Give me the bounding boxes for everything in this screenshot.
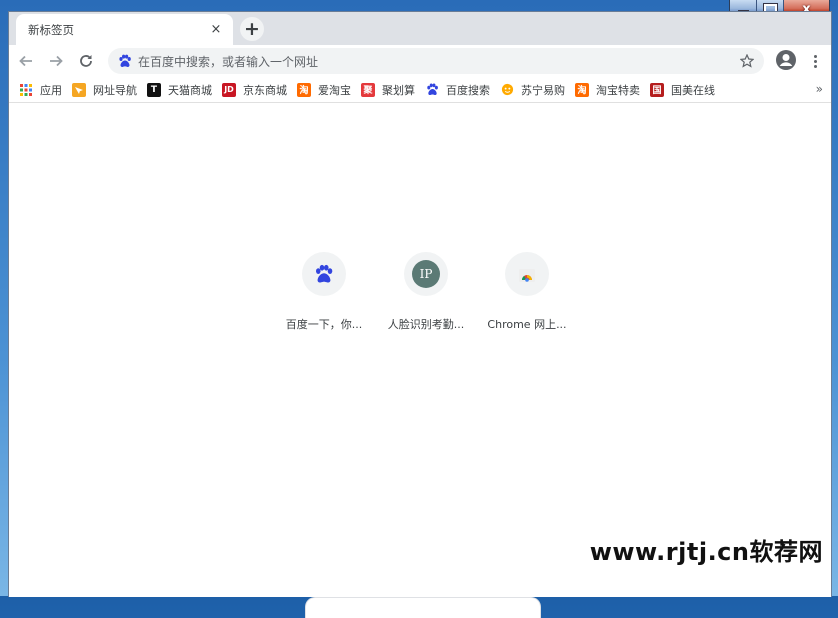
bookmark-wangzhidaohang[interactable]: 网址导航: [72, 82, 137, 98]
bookmark-star-button[interactable]: [736, 50, 758, 72]
watermark: www.rjtj.cn软荐网: [589, 538, 823, 566]
tile-icon-circle: IP: [404, 252, 448, 296]
menu-dot-icon: [813, 54, 817, 58]
bookmark-label: 苏宁易购: [521, 83, 565, 97]
tile-icon-circle: [505, 252, 549, 296]
taobao-sale-icon: 淘: [575, 82, 589, 97]
forward-arrow-icon: [50, 55, 63, 67]
back-button[interactable]: [13, 48, 39, 74]
bookmark-label: 天猫商城: [168, 83, 212, 97]
apps-grid-icon: [19, 83, 33, 97]
baidu-paw-icon: [316, 264, 333, 283]
reload-icon: [80, 55, 92, 67]
browser-window: 新标签页 × + 在百度中搜索，或者输入一个网址 应用 网址导航 T 天猫商城 …: [8, 11, 832, 618]
bookmark-label: 国美在线: [671, 83, 715, 97]
bookmarks-bar: 应用 网址导航 T 天猫商城 JD 京东商城 淘 爱淘宝 聚 聚划算 百度搜索 …: [9, 77, 831, 103]
tile-title: Chrome 网上...: [487, 318, 567, 331]
new-tab-button[interactable]: +: [240, 17, 264, 41]
juhuasuan-icon: 聚: [361, 82, 375, 97]
tab-strip: 新标签页 × +: [9, 12, 831, 45]
bookmark-juhuasuan[interactable]: 聚 聚划算: [361, 82, 415, 98]
baidu-paw-icon: [119, 54, 131, 67]
suning-icon: [500, 83, 514, 97]
new-tab-page: 百度一下，你... IP 人脸识别考勤... Chrome 网上... www.…: [9, 103, 831, 618]
reload-button[interactable]: [73, 48, 99, 74]
tile-title: 人脸识别考勤...: [387, 318, 465, 331]
taobao-icon: 淘: [297, 82, 311, 97]
tab-title: 新标签页: [28, 22, 74, 37]
bookmark-taobao-temai[interactable]: 淘 淘宝特卖: [575, 82, 640, 98]
jd-icon: JD: [222, 82, 236, 97]
omnibox[interactable]: 在百度中搜索，或者输入一个网址: [108, 48, 764, 74]
nav-arrow-icon: [72, 82, 86, 97]
bookmark-label: 爱淘宝: [318, 83, 351, 97]
tmall-icon: T: [147, 82, 161, 97]
tile-title: 百度一下，你...: [285, 318, 363, 331]
baidu-paw-icon: [425, 83, 439, 97]
profile-button[interactable]: [775, 49, 799, 73]
bookmark-aitaobao[interactable]: 淘 爱淘宝: [297, 82, 351, 98]
chrome-webstore-icon: [519, 269, 535, 282]
bookmark-baidu[interactable]: 百度搜索: [425, 82, 490, 98]
back-arrow-icon: [19, 55, 32, 67]
bookmark-apps[interactable]: 应用: [19, 82, 62, 98]
tile-icon-circle: [302, 252, 346, 296]
bookmark-suning[interactable]: 苏宁易购: [500, 82, 565, 98]
star-icon: [740, 54, 754, 68]
bookmark-label: 京东商城: [243, 83, 287, 97]
account-icon: [776, 50, 796, 70]
tab-close-icon[interactable]: ×: [207, 21, 225, 39]
bookmark-label: 聚划算: [382, 83, 415, 97]
omnibox-placeholder: 在百度中搜索，或者输入一个网址: [138, 54, 319, 69]
menu-dot-icon: [813, 64, 817, 68]
toolbar: 在百度中搜索，或者输入一个网址: [9, 45, 831, 77]
most-visited-tile[interactable]: IP 人脸识别考勤...: [371, 252, 481, 332]
most-visited-tile[interactable]: Chrome 网上...: [472, 252, 582, 332]
customize-panel-edge: [305, 597, 541, 618]
bookmark-label: 网址导航: [93, 83, 137, 97]
bookmark-label: 淘宝特卖: [596, 83, 640, 97]
chrome-menu-button[interactable]: [807, 49, 823, 73]
menu-dot-icon: [813, 59, 817, 63]
tab-new-tab[interactable]: 新标签页 ×: [16, 14, 233, 45]
most-visited-tile[interactable]: 百度一下，你...: [269, 252, 379, 332]
forward-button[interactable]: [43, 48, 69, 74]
ip-icon: IP: [412, 260, 440, 288]
bookmark-label: 百度搜索: [446, 83, 490, 97]
gome-icon: 国: [650, 82, 664, 97]
bookmarks-overflow-button[interactable]: »: [816, 82, 823, 96]
bookmark-tmall[interactable]: T 天猫商城: [147, 82, 212, 98]
bookmark-gome[interactable]: 国 国美在线: [650, 82, 715, 98]
bookmark-label: 应用: [40, 83, 62, 97]
bookmark-jd[interactable]: JD 京东商城: [222, 82, 287, 98]
